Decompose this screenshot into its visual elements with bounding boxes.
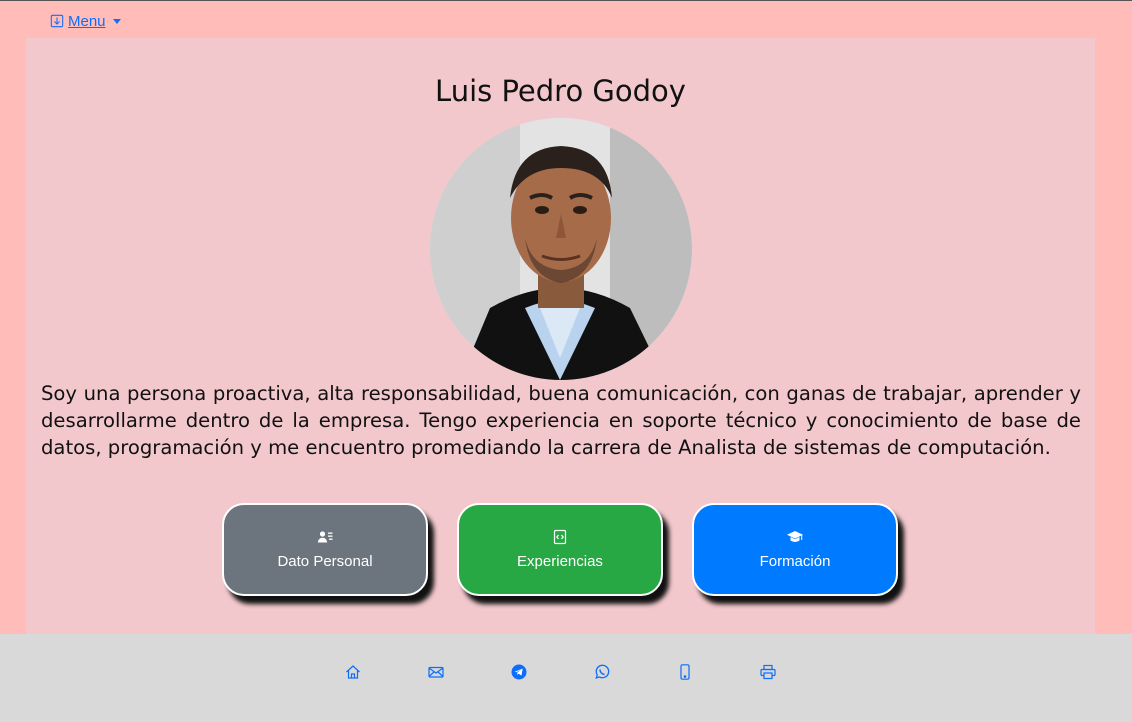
experiencias-button[interactable]: Experiencias — [457, 503, 663, 596]
person-lines-icon — [317, 531, 333, 543]
box-arrow-in-down-icon — [50, 14, 64, 28]
profile-bio: Soy una persona proactiva, alta responsa… — [41, 382, 1081, 459]
telegram-icon[interactable] — [510, 663, 528, 681]
footer — [0, 634, 1132, 722]
experiencias-label: Experiencias — [517, 553, 603, 570]
phone-icon[interactable] — [676, 663, 694, 681]
profile-card: Luis Pedro Godoy Soy una persona proacti… — [26, 38, 1095, 634]
mortarboard-icon — [787, 531, 803, 542]
profile-photo — [430, 118, 692, 380]
menu-dropdown-toggle[interactable]: Menu — [50, 13, 121, 30]
file-code-icon — [553, 529, 567, 545]
top-nav: Menu — [50, 10, 121, 32]
dato-personal-button[interactable]: Dato Personal — [222, 503, 428, 596]
whatsapp-icon[interactable] — [593, 663, 611, 681]
printer-icon[interactable] — [759, 663, 777, 681]
house-icon[interactable] — [344, 663, 362, 681]
caret-down-icon — [112, 18, 121, 24]
dato-personal-label: Dato Personal — [277, 553, 373, 570]
envelope-icon[interactable] — [427, 663, 445, 681]
formacion-label: Formación — [759, 553, 831, 570]
formacion-button[interactable]: Formación — [692, 503, 898, 596]
profile-name: Luis Pedro Godoy — [435, 74, 686, 108]
menu-label: Menu — [68, 12, 106, 30]
